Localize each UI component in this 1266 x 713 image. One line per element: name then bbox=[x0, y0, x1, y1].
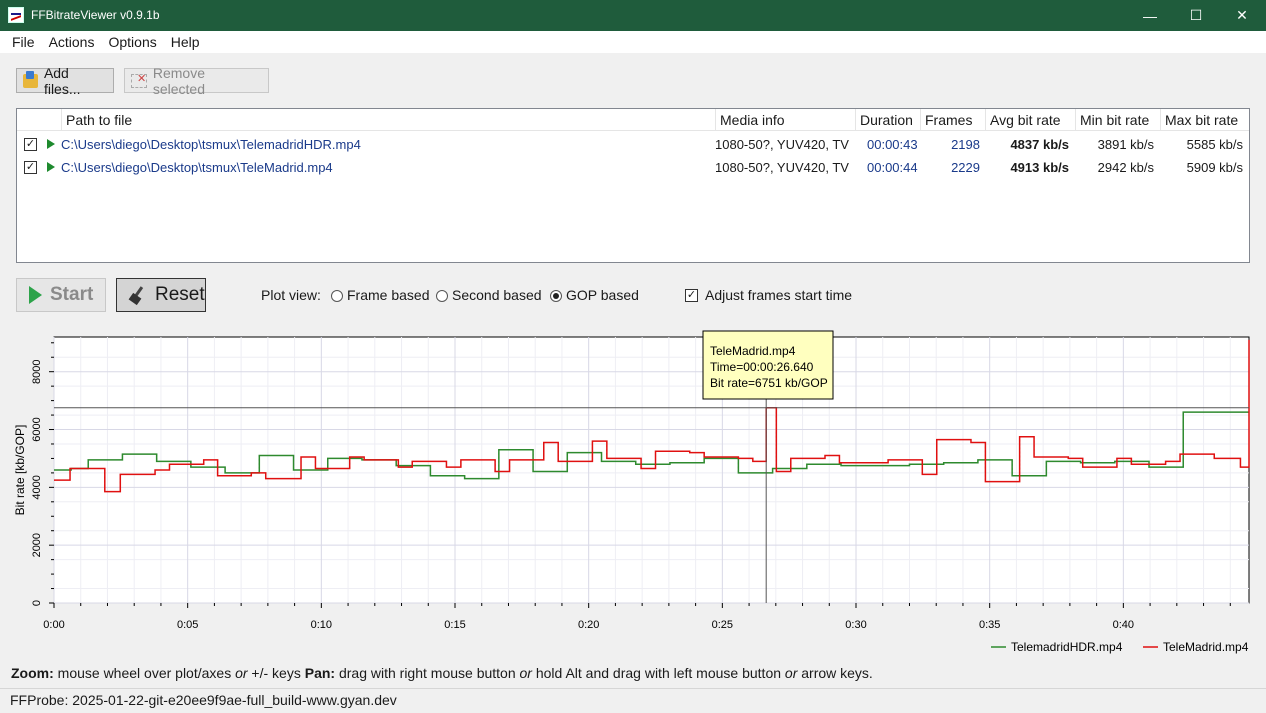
y-axis-label: Bit rate [kb/GOP] bbox=[13, 425, 27, 516]
x-tick-label: 0:05 bbox=[177, 619, 198, 631]
folder-open-icon bbox=[23, 70, 38, 88]
close-button[interactable]: ✕ bbox=[1219, 0, 1265, 31]
file-list-header: Path to file Media info Duration Frames … bbox=[17, 109, 1249, 131]
x-tick-label: 0:20 bbox=[578, 619, 599, 631]
play-icon[interactable] bbox=[47, 162, 55, 172]
header-avg-bitrate[interactable]: Avg bit rate bbox=[986, 109, 1076, 131]
duration: 00:00:43 bbox=[867, 137, 918, 152]
menu-file[interactable]: File bbox=[0, 31, 42, 53]
remove-selected-label: Remove selected bbox=[152, 64, 206, 97]
legend-label-telemadrid: TeleMadrid.mp4 bbox=[1163, 640, 1249, 654]
max-bitrate: 5909 kb/s bbox=[1186, 160, 1243, 175]
tooltip-time: Time=00:00:26.640 bbox=[710, 360, 814, 374]
y-axis-ticks: 0 2000 4000 6000 8000 bbox=[31, 342, 54, 606]
header-min-bitrate[interactable]: Min bit rate bbox=[1076, 109, 1161, 131]
remove-file-icon bbox=[131, 72, 147, 88]
x-tick-label: 0:25 bbox=[712, 619, 733, 631]
title-bar: FFBitrateViewer v0.9.1b — ☐ ✕ bbox=[0, 0, 1266, 31]
start-button[interactable]: Start bbox=[16, 278, 106, 312]
file-path: C:\Users\diego\Desktop\tsmux\TeleMadrid.… bbox=[61, 160, 333, 175]
bitrate-chart[interactable]: 0:00 0:05 0:10 0:15 0:20 0:25 0:30 0:35 0:40 0 20… bbox=[0, 320, 1266, 662]
y-tick-label: 4000 bbox=[31, 475, 43, 499]
table-row[interactable]: ✓ C:\Users\diego\Desktop\tsmux\TeleMadri… bbox=[17, 156, 1249, 179]
radio-frame-based-label[interactable]: Frame based bbox=[347, 287, 429, 303]
play-icon bbox=[29, 286, 42, 304]
min-bitrate: 3891 kb/s bbox=[1097, 137, 1154, 152]
reset-label: Reset bbox=[155, 284, 205, 305]
min-bitrate: 2942 kb/s bbox=[1097, 160, 1154, 175]
file-list[interactable]: Path to file Media info Duration Frames … bbox=[16, 108, 1250, 263]
minimize-button[interactable]: — bbox=[1127, 0, 1173, 31]
frames: 2198 bbox=[951, 137, 980, 152]
frames: 2229 bbox=[951, 160, 980, 175]
x-tick-label: 0:35 bbox=[979, 619, 1000, 631]
broom-icon bbox=[129, 286, 147, 304]
window-title: FFBitrateViewer v0.9.1b bbox=[31, 8, 160, 22]
x-axis-ticks: 0:00 0:05 0:10 0:15 0:20 0:25 0:30 0:35 0:40 bbox=[43, 603, 1231, 631]
radio-frame-based[interactable] bbox=[331, 290, 343, 302]
bitrate-plot[interactable]: 0:00 0:05 0:10 0:15 0:20 0:25 0:30 0:35 0:40 0 20… bbox=[0, 320, 1266, 662]
row-checkbox[interactable]: ✓ bbox=[24, 138, 37, 151]
menu-help[interactable]: Help bbox=[164, 31, 207, 53]
data-tooltip: TeleMadrid.mp4 Time=00:00:26.640 Bit rat… bbox=[702, 330, 834, 400]
x-tick-label: 0:10 bbox=[311, 619, 332, 631]
header-path[interactable]: Path to file bbox=[62, 109, 716, 131]
header-media-info[interactable]: Media info bbox=[716, 109, 856, 131]
plot-view-label: Plot view: bbox=[261, 287, 321, 303]
add-files-button[interactable]: Add files... bbox=[16, 65, 114, 97]
header-frames[interactable]: Frames bbox=[921, 109, 986, 131]
maximize-button[interactable]: ☐ bbox=[1173, 0, 1219, 31]
table-row[interactable]: ✓ C:\Users\diego\Desktop\tsmux\Telemadri… bbox=[17, 133, 1249, 156]
remove-selected-button[interactable]: Remove selected bbox=[124, 65, 269, 97]
app-icon bbox=[8, 7, 24, 23]
menu-bar: File Actions Options Help bbox=[0, 31, 1266, 53]
header-max-bitrate[interactable]: Max bit rate bbox=[1161, 109, 1249, 131]
radio-second-based-label[interactable]: Second based bbox=[452, 287, 542, 303]
reset-button[interactable]: Reset bbox=[116, 278, 206, 312]
menu-options[interactable]: Options bbox=[101, 31, 163, 53]
avg-bitrate: 4913 kb/s bbox=[1010, 160, 1069, 175]
tooltip-bitrate: Bit rate=6751 kb/GOP bbox=[710, 376, 828, 390]
max-bitrate: 5585 kb/s bbox=[1186, 137, 1243, 152]
row-checkbox[interactable]: ✓ bbox=[24, 161, 37, 174]
header-check[interactable] bbox=[17, 109, 62, 131]
tooltip-file: TeleMadrid.mp4 bbox=[710, 344, 796, 358]
avg-bitrate: 4837 kb/s bbox=[1010, 137, 1069, 152]
duration: 00:00:44 bbox=[867, 160, 918, 175]
file-path: C:\Users\diego\Desktop\tsmux\TelemadridH… bbox=[61, 137, 361, 152]
radio-gop-based-label[interactable]: GOP based bbox=[566, 287, 639, 303]
radio-second-based[interactable] bbox=[436, 290, 448, 302]
play-icon[interactable] bbox=[47, 139, 55, 149]
x-tick-label: 0:00 bbox=[43, 619, 64, 631]
adjust-start-time-checkbox[interactable]: ✓ bbox=[685, 289, 698, 302]
menu-actions[interactable]: Actions bbox=[42, 31, 102, 53]
y-tick-label: 6000 bbox=[31, 417, 43, 441]
start-label: Start bbox=[50, 284, 94, 305]
y-tick-label: 2000 bbox=[31, 533, 43, 557]
x-tick-label: 0:40 bbox=[1113, 619, 1134, 631]
add-files-label: Add files... bbox=[43, 64, 81, 97]
media-info: 1080-50?, YUV420, TV bbox=[715, 137, 849, 152]
header-duration[interactable]: Duration bbox=[856, 109, 921, 131]
media-info: 1080-50?, YUV420, TV bbox=[715, 160, 849, 175]
navigation-hint: Zoom: mouse wheel over plot/axes or +/- … bbox=[11, 665, 873, 681]
legend-label-hdr: TelemadridHDR.mp4 bbox=[1011, 640, 1123, 654]
x-tick-label: 0:30 bbox=[845, 619, 866, 631]
x-tick-label: 0:15 bbox=[444, 619, 465, 631]
radio-gop-based[interactable] bbox=[550, 290, 562, 302]
y-tick-label: 8000 bbox=[31, 359, 43, 383]
status-bar: FFProbe: 2025-01-22-git-e20ee9f9ae-full_… bbox=[0, 688, 1266, 713]
adjust-start-time-label[interactable]: Adjust frames start time bbox=[705, 287, 852, 303]
y-tick-label: 0 bbox=[31, 600, 43, 606]
